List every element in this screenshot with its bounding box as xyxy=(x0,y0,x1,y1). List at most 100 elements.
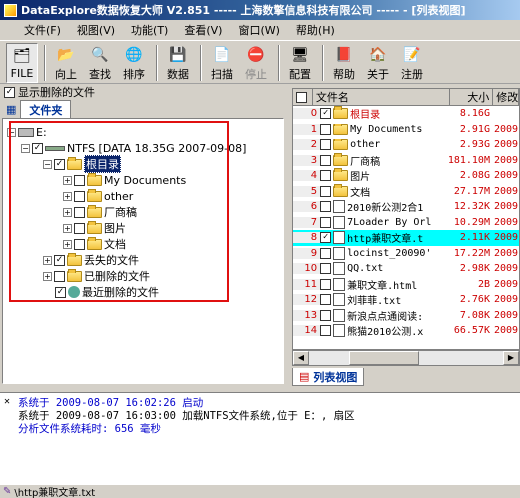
tab-folders[interactable]: 文件夹 xyxy=(20,99,72,119)
data-icon: 💾 xyxy=(169,47,187,63)
scroll-thumb[interactable] xyxy=(349,351,419,365)
row-checkbox[interactable] xyxy=(320,123,332,135)
log-line: 系统于 2009-08-07 16:02:26 启动 xyxy=(18,397,204,409)
row-size: 2.08G xyxy=(459,170,490,182)
row-date: 2009- xyxy=(493,170,519,182)
toolbar-separator xyxy=(322,45,324,81)
row-date: 2009- xyxy=(493,294,519,306)
sort-button[interactable]: 🌐 排序 xyxy=(118,43,150,83)
scan-button-label: 扫描 xyxy=(211,68,233,81)
file-button[interactable]: 🗂 FILE xyxy=(6,43,38,83)
table-row[interactable]: 2 other 2.93G2009- xyxy=(293,137,519,153)
file-icon xyxy=(333,231,346,245)
status-bar: ✎ \http兼职文章.txt xyxy=(0,484,520,498)
scroll-right-icon[interactable]: ▶ xyxy=(503,351,519,365)
row-name-cell: locinst_20090' xyxy=(320,246,447,260)
row-name: My Documents xyxy=(350,123,423,135)
table-row[interactable]: 10 QQ.txt 2.98K2009- xyxy=(293,261,519,277)
stop-button[interactable]: ⛔ 停止 xyxy=(240,43,272,83)
row-index: 8 xyxy=(293,232,321,244)
file-icon xyxy=(333,215,346,229)
table-row[interactable]: 4 图片 2.08G2009- xyxy=(293,168,519,184)
sort-icon: 🌐 xyxy=(125,47,143,63)
row-name: 7Loader By Orl xyxy=(347,216,432,228)
file-icon xyxy=(333,246,346,260)
show-deleted-row[interactable]: ✓ 显示删除的文件 xyxy=(2,84,284,100)
help-icon: 📕 xyxy=(335,47,353,63)
row-checkbox[interactable] xyxy=(320,309,332,321)
col-filename[interactable]: 文件名 xyxy=(313,89,450,105)
col-modified[interactable]: 修改 xyxy=(493,89,519,105)
table-row[interactable]: 0 ✓ 根目录 8.16G xyxy=(293,106,519,122)
row-checkbox[interactable] xyxy=(320,154,332,166)
menu-function[interactable]: 功能(T) xyxy=(127,22,172,38)
row-name-cell: ✓ 根目录 xyxy=(320,106,447,121)
find-icon: 🔍 xyxy=(91,47,109,63)
table-row[interactable]: 5 文档 27.17M2009- xyxy=(293,183,519,200)
row-index: 2 xyxy=(293,139,321,151)
help-button[interactable]: 📕 帮助 xyxy=(328,43,360,83)
row-checkbox[interactable] xyxy=(320,325,332,337)
show-deleted-checkbox[interactable]: ✓ xyxy=(4,86,15,98)
scan-button[interactable]: 📄 扫描 xyxy=(206,43,238,83)
horizontal-scrollbar[interactable]: ◀ ▶ xyxy=(292,350,520,366)
row-size: 2.93G xyxy=(459,139,490,151)
folder-icon xyxy=(333,168,349,182)
row-size: 2B xyxy=(477,278,490,290)
row-size: 8.16G xyxy=(459,108,490,120)
row-name: 文档 xyxy=(350,187,371,199)
col-size[interactable]: 大小 xyxy=(450,89,494,105)
row-name: other xyxy=(350,139,381,151)
menu-look[interactable]: 查看(V) xyxy=(180,22,226,38)
table-row[interactable]: 11 兼职文章.html 2B2009- xyxy=(293,277,519,293)
col-check xyxy=(293,89,313,105)
register-button[interactable]: 📝 注册 xyxy=(396,43,428,83)
row-checkbox[interactable] xyxy=(320,263,332,275)
scroll-left-icon[interactable]: ◀ xyxy=(293,351,309,365)
row-checkbox[interactable] xyxy=(320,185,332,197)
help-button-label: 帮助 xyxy=(333,68,355,81)
table-row[interactable]: 1 My Documents 2.91G2009- xyxy=(293,122,519,138)
row-name-cell: 图片 xyxy=(320,168,447,183)
row-checkbox[interactable] xyxy=(320,278,332,290)
row-checkbox[interactable]: ✓ xyxy=(320,232,332,244)
toolbar-separator xyxy=(278,45,280,81)
table-row[interactable]: 14 熊猫2010公测.x 66.57K2009- xyxy=(293,323,519,339)
row-name-cell: 刘菲菲.txt xyxy=(320,292,447,307)
header-checkbox[interactable] xyxy=(296,91,307,103)
config-button[interactable]: 🖥 配置 xyxy=(284,43,316,83)
table-row[interactable]: 7 7Loader By Orl 10.29M2009- xyxy=(293,215,519,231)
menu-window[interactable]: 窗口(W) xyxy=(234,22,283,38)
table-row[interactable]: 9 locinst_20090' 17.22M2009- xyxy=(293,246,519,262)
menu-view[interactable]: 视图(V) xyxy=(73,22,119,38)
folder-tab-header: ▦ 文件夹 xyxy=(2,99,284,119)
row-checkbox[interactable] xyxy=(320,294,332,306)
file-button-label: FILE xyxy=(10,67,34,80)
up-button-label: 向上 xyxy=(55,68,77,81)
row-checkbox[interactable] xyxy=(320,247,332,259)
about-button[interactable]: 🏠 关于 xyxy=(362,43,394,83)
row-checkbox[interactable] xyxy=(320,139,332,151)
menu-help[interactable]: 帮助(H) xyxy=(292,22,339,38)
table-row[interactable]: 13 新浪点点通阅读: 7.08K2009- xyxy=(293,308,519,324)
row-checkbox[interactable] xyxy=(320,216,332,228)
data-button[interactable]: 💾 数据 xyxy=(162,43,194,83)
menu-file[interactable]: 文件(F) xyxy=(20,22,65,38)
row-index: 3 xyxy=(293,154,321,166)
row-checkbox[interactable] xyxy=(320,201,332,213)
tab-list-view[interactable]: ▤ 列表视图 xyxy=(292,368,365,386)
table-row[interactable]: 3 厂商稿 181.10M2009- xyxy=(293,152,519,169)
row-name-cell: My Documents xyxy=(320,123,447,135)
close-icon[interactable]: ✕ xyxy=(4,395,10,408)
row-checkbox[interactable] xyxy=(320,170,332,182)
find-button[interactable]: 🔍 查找 xyxy=(84,43,116,83)
table-row[interactable]: 12 刘菲菲.txt 2.76K2009- xyxy=(293,292,519,308)
folder-tree: − E: − ✓ NTFS [DATA 18.35G 2007-09-08] −… xyxy=(2,118,284,384)
row-size: 2.91G xyxy=(459,123,490,135)
table-row[interactable]: 6 2010新公测2合1 12.32K2009- xyxy=(293,199,519,215)
row-checkbox[interactable]: ✓ xyxy=(320,108,332,120)
folder-icon xyxy=(333,183,349,197)
row-index: 7 xyxy=(293,216,321,228)
table-row[interactable]: 8✓ http兼职文章.t 2.11K2009- xyxy=(293,230,519,246)
up-button[interactable]: 📂 向上 xyxy=(50,43,82,83)
